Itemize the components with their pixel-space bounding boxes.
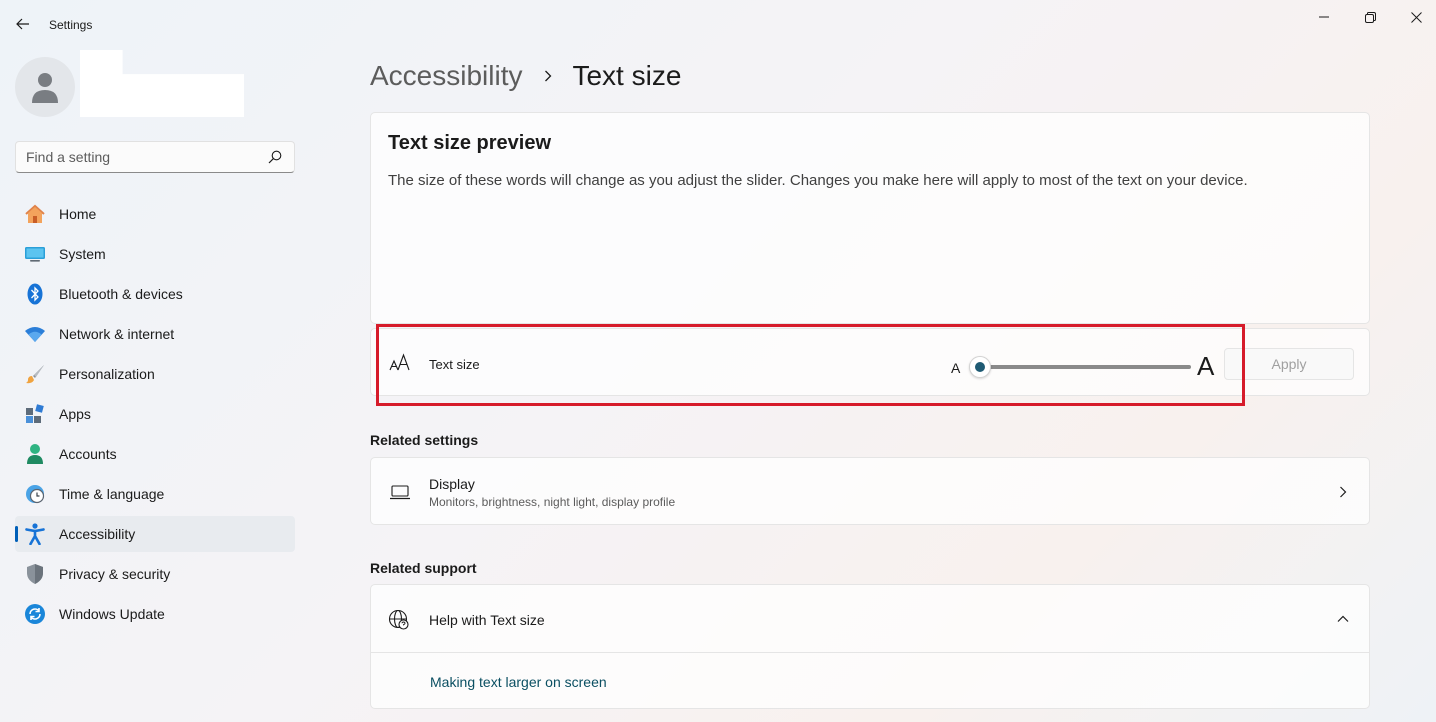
sidebar-item-label: Apps [59, 406, 91, 422]
chevron-up-icon [1335, 611, 1351, 627]
back-button[interactable] [10, 12, 36, 36]
app-title: Settings [49, 18, 93, 32]
display-subtitle: Monitors, brightness, night light, displ… [429, 495, 676, 509]
preview-description: The size of these words will change as y… [388, 172, 1248, 189]
sidebar-item-network[interactable]: Network & internet [15, 316, 295, 352]
text-size-slider[interactable] [969, 356, 1191, 378]
sidebar-item-label: Time & language [59, 486, 165, 502]
bluetooth-icon [24, 283, 46, 305]
brush-icon [24, 363, 46, 385]
shield-icon [24, 563, 46, 585]
search-input[interactable] [26, 149, 266, 165]
sidebar-item-label: Windows Update [59, 606, 165, 622]
minimize-button[interactable] [1304, 6, 1344, 28]
text-size-setting-card: Text size A A Apply [370, 328, 1370, 396]
sidebar-item-label: Home [59, 206, 97, 222]
sidebar-item-home[interactable]: Home [15, 196, 295, 232]
globe-help-icon [388, 609, 409, 630]
laptop-icon [390, 485, 410, 500]
close-icon [1410, 11, 1422, 23]
sidebar-item-label: Privacy & security [59, 566, 171, 582]
sidebar-item-personalization[interactable]: Personalization [15, 356, 295, 392]
sidebar-item-label: System [59, 246, 106, 262]
sidebar-item-time-language[interactable]: Time & language [15, 476, 295, 512]
restore-icon [1364, 11, 1376, 23]
title-bar: Settings [0, 0, 1436, 48]
slider-track[interactable] [979, 365, 1191, 369]
sidebar-item-label: Network & internet [59, 326, 175, 342]
display-title: Display [429, 476, 475, 492]
system-icon [24, 243, 46, 265]
sidebar-item-privacy-security[interactable]: Privacy & security [15, 556, 295, 592]
clock-globe-icon [24, 483, 46, 505]
breadcrumb: Accessibility Text size [370, 58, 681, 94]
sidebar-item-apps[interactable]: Apps [15, 396, 295, 432]
back-arrow-icon [16, 18, 29, 30]
sidebar-item-label: Accounts [59, 446, 117, 462]
home-icon [24, 203, 46, 225]
minimize-icon [1319, 16, 1329, 18]
related-settings-heading: Related settings [370, 432, 479, 448]
wifi-icon [24, 323, 46, 345]
text-size-label: Text size [429, 357, 480, 372]
restore-button[interactable] [1350, 6, 1390, 28]
sidebar-item-label: Personalization [59, 366, 155, 382]
sidebar-nav: Home System Bluetooth & devices Network … [15, 196, 295, 636]
preview-title: Text size preview [388, 132, 552, 154]
text-size-icon [389, 353, 410, 371]
sidebar-item-label: Bluetooth & devices [59, 286, 183, 302]
user-name-redacted [80, 50, 244, 117]
update-icon [24, 603, 46, 625]
text-size-preview-card: Text size preview The size of these word… [370, 112, 1370, 324]
help-title: Help with Text size [429, 612, 545, 628]
display-settings-link[interactable]: Display Monitors, brightness, night ligh… [370, 457, 1370, 525]
accessibility-icon [24, 523, 46, 545]
chevron-right-icon [1335, 484, 1351, 500]
slider-thumb[interactable] [969, 356, 991, 378]
help-card: Help with Text size Making text larger o… [370, 584, 1370, 709]
related-support-heading: Related support [370, 560, 477, 576]
accounts-icon [24, 443, 46, 465]
person-icon [32, 73, 58, 103]
search-icon [268, 150, 282, 164]
sidebar-item-bluetooth[interactable]: Bluetooth & devices [15, 276, 295, 312]
chevron-right-icon [538, 66, 558, 86]
page-title: Text size [572, 60, 682, 91]
close-button[interactable] [1396, 6, 1436, 28]
apply-button[interactable]: Apply [1224, 348, 1354, 380]
sidebar-item-accessibility[interactable]: Accessibility [15, 516, 295, 552]
help-expander-header[interactable]: Help with Text size [371, 585, 1369, 653]
apps-icon [24, 403, 46, 425]
slider-min-label: A [951, 360, 961, 376]
sidebar-item-system[interactable]: System [15, 236, 295, 272]
sidebar-item-accounts[interactable]: Accounts [15, 436, 295, 472]
breadcrumb-parent[interactable]: Accessibility [370, 60, 522, 92]
user-avatar[interactable] [15, 57, 75, 117]
help-link[interactable]: Making text larger on screen [430, 674, 607, 690]
search-box[interactable] [15, 141, 295, 173]
sidebar-item-label: Accessibility [59, 526, 136, 542]
sidebar-item-windows-update[interactable]: Windows Update [15, 596, 295, 632]
slider-max-label: A [1197, 351, 1215, 381]
